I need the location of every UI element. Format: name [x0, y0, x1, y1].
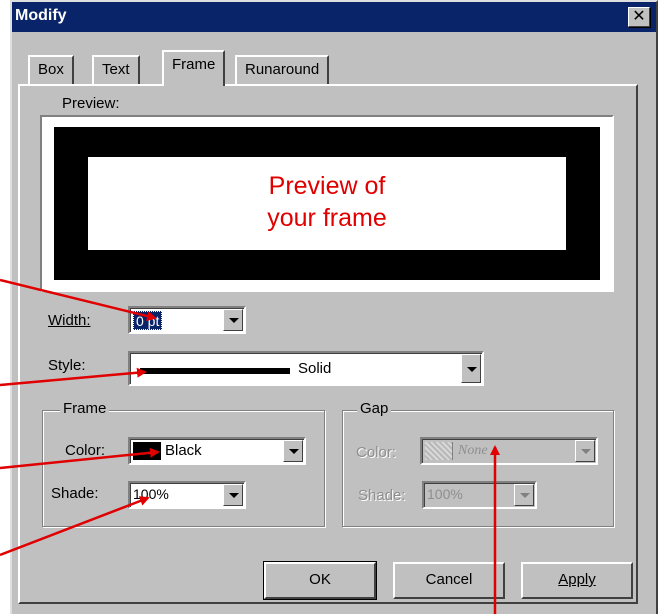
chevron-down-icon[interactable] [223, 484, 243, 506]
frame-shade-label: Shade: [51, 485, 99, 502]
style-value: Solid [298, 360, 332, 377]
preview-frame-border: Preview of your frame [54, 127, 600, 280]
preview-area: Preview of your frame [40, 115, 614, 292]
gap-color-label: Color: [356, 444, 397, 461]
color-swatch [425, 442, 453, 460]
tab-box[interactable]: Box [28, 55, 74, 85]
chevron-down-icon[interactable] [575, 440, 595, 462]
gap-color-dropdown[interactable]: None [420, 437, 598, 465]
chevron-down-icon[interactable] [223, 309, 243, 331]
gap-shade-label: Shade: [358, 487, 406, 504]
frame-shade-value[interactable]: 100% [133, 486, 169, 502]
close-icon: ✕ [632, 8, 646, 25]
gap-color-value: None [458, 443, 488, 458]
chevron-down-icon[interactable] [461, 354, 481, 383]
apply-button[interactable]: Apply [521, 562, 633, 599]
style-dropdown[interactable]: Solid [128, 351, 484, 386]
tab-runaround[interactable]: Runaround [235, 55, 330, 85]
gap-shade-value: 100% [427, 486, 463, 502]
line-style-sample [140, 368, 290, 374]
tab-text[interactable]: Text [92, 55, 140, 85]
frame-group-title: Frame [60, 400, 110, 417]
frame-color-value: Black [165, 442, 202, 459]
gap-shade-dropdown[interactable]: 100% [422, 481, 537, 509]
window-title: Modify [15, 7, 67, 24]
chevron-down-icon[interactable] [283, 440, 303, 462]
title-bar: Modify ✕ [12, 2, 656, 32]
style-label: Style: [48, 357, 86, 374]
tab-frame[interactable]: Frame [162, 50, 226, 86]
ok-button[interactable]: OK [264, 562, 376, 599]
gap-group-title: Gap [357, 400, 392, 417]
frame-color-dropdown[interactable]: Black [128, 437, 306, 465]
cancel-button[interactable]: Cancel [393, 562, 505, 599]
close-button[interactable]: ✕ [628, 7, 650, 27]
frame-color-label: Color: [65, 442, 106, 459]
preview-label: Preview: [62, 95, 120, 112]
preview-text: Preview of your frame [88, 157, 566, 250]
gap-group [342, 410, 614, 527]
frame-group [42, 410, 325, 527]
chevron-down-icon[interactable] [514, 484, 534, 506]
width-value[interactable]: 0 pt [133, 311, 163, 330]
width-dropdown[interactable]: 0 pt [128, 306, 246, 334]
frame-shade-dropdown[interactable]: 100% [128, 481, 246, 509]
color-swatch [133, 442, 161, 460]
width-label: Width: [48, 312, 91, 329]
